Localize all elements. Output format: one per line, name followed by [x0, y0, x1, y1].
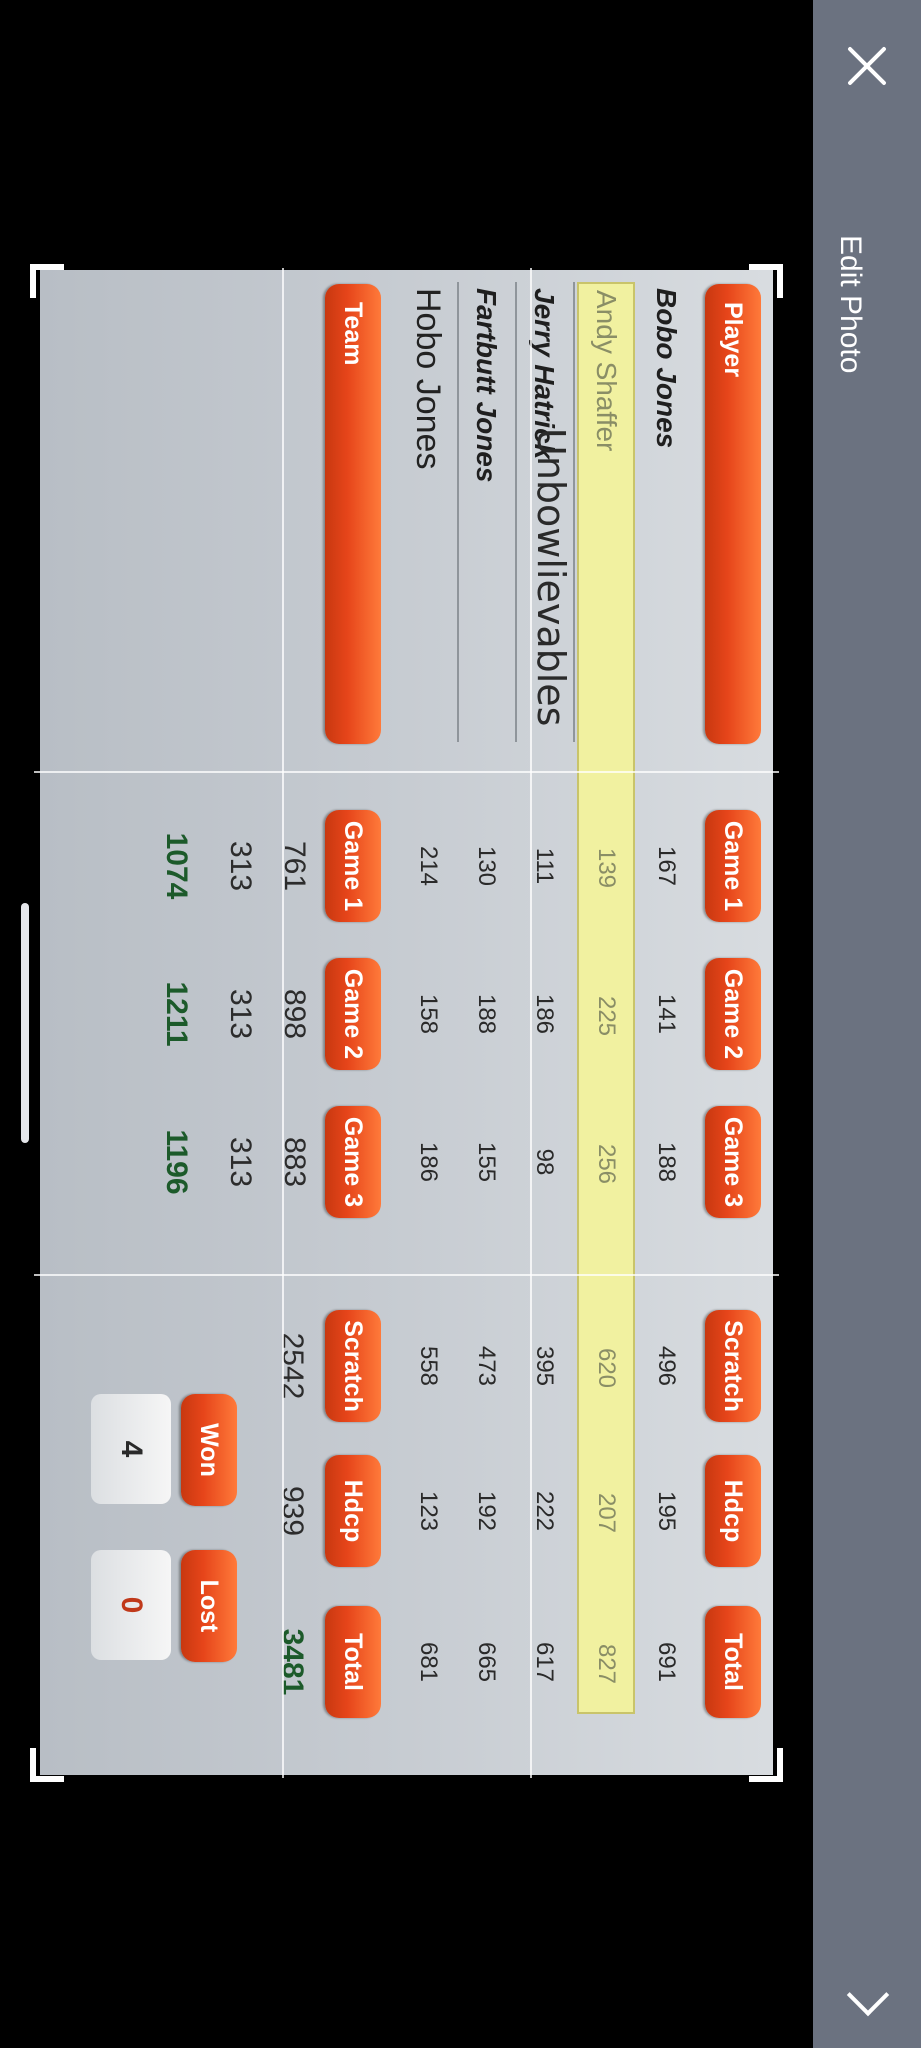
- player-row: Fartbutt Jones 130 188 155 473 192 665: [457, 270, 515, 1775]
- player-name: Andy Shaffer: [591, 290, 622, 452]
- back-chevron-icon[interactable]: [847, 1970, 887, 2010]
- game3-score: 188: [653, 1141, 680, 1183]
- team-game3-hdcp: 313: [224, 1136, 257, 1188]
- game2-score: 141: [653, 993, 680, 1035]
- team-game3-header: Game 3: [325, 1106, 381, 1218]
- game3-score: 155: [473, 1141, 500, 1183]
- player-name: Bobo Jones: [651, 288, 682, 449]
- player-row: Bobo Jones 167 141 188 496 195 691: [637, 270, 695, 1775]
- team-scratch-value: 2542: [276, 1332, 309, 1400]
- game2-score: 225: [593, 995, 620, 1037]
- team-game1-scratch: 761: [278, 840, 311, 892]
- total-score: 691: [653, 1641, 680, 1683]
- player-name: Fartbutt Jones: [471, 288, 502, 483]
- team-header: Team: [325, 284, 381, 744]
- game2-score: 188: [473, 993, 500, 1035]
- row-divider: [457, 282, 459, 742]
- total-score: 827: [593, 1643, 620, 1685]
- team-hdcp-value: 939: [276, 1485, 309, 1537]
- hdcp-score: 195: [653, 1490, 680, 1532]
- game1-score: 111: [531, 847, 558, 885]
- toolbar-title: Edit Photo: [834, 235, 867, 374]
- team-game1-header: Game 1: [325, 810, 381, 922]
- lost-value: 0: [91, 1550, 171, 1660]
- game3-score: 98: [531, 1148, 558, 1176]
- team-hdcp-header: Hdcp: [325, 1455, 381, 1567]
- team-game2-scratch: 898: [278, 988, 311, 1040]
- hdcp-score: 207: [593, 1492, 620, 1534]
- team-game1-hdcp: 313: [224, 840, 257, 892]
- team-game1-total: 1074: [160, 832, 193, 900]
- scratch-score: 395: [531, 1345, 558, 1387]
- game3-header: Game 3: [705, 1106, 761, 1218]
- scratch-score: 558: [415, 1345, 442, 1387]
- team-total-value: 3481: [276, 1628, 309, 1696]
- game1-score: 130: [473, 845, 500, 887]
- scratch-score: 620: [593, 1347, 620, 1389]
- game2-header: Game 2: [705, 958, 761, 1070]
- team-game2-hdcp: 313: [224, 988, 257, 1040]
- game2-score: 158: [415, 993, 442, 1035]
- game3-score: 256: [593, 1143, 620, 1185]
- team-game3-total: 1196: [160, 1129, 193, 1195]
- scoreboard-sheet: Player Game 1 Game 2 Game 3 Scratch Hdcp…: [40, 270, 773, 1775]
- photo-canvas: Player Game 1 Game 2 Game 3 Scratch Hdcp…: [40, 270, 773, 1775]
- won-value: 4: [91, 1394, 171, 1504]
- game1-score: 167: [653, 845, 680, 887]
- won-header: Won: [181, 1394, 237, 1506]
- game1-score: 139: [593, 847, 620, 889]
- game1-header: Game 1: [705, 810, 761, 922]
- team-game3-scratch: 883: [278, 1136, 311, 1188]
- scratch-header: Scratch: [705, 1310, 761, 1422]
- close-icon[interactable]: [841, 40, 893, 92]
- drag-handle[interactable]: [21, 903, 29, 1143]
- player-name: Hobo Jones: [409, 288, 448, 470]
- team-game2-header: Game 2: [325, 958, 381, 1070]
- scratch-score: 473: [473, 1345, 500, 1387]
- total-header: Total: [705, 1606, 761, 1718]
- hdcp-score: 192: [473, 1490, 500, 1532]
- game1-score: 214: [415, 845, 442, 887]
- player-row-highlighted: Andy Shaffer 139 225 256 620 207 827: [577, 282, 635, 1714]
- total-score: 617: [531, 1641, 558, 1683]
- row-divider: [515, 282, 517, 742]
- game2-score: 186: [531, 993, 558, 1035]
- hdcp-score: 222: [531, 1490, 558, 1532]
- total-score: 665: [473, 1641, 500, 1683]
- scratch-score: 496: [653, 1345, 680, 1387]
- row-divider: [573, 282, 575, 742]
- team-game2-total: 1211: [160, 981, 193, 1047]
- player-header: Player: [705, 284, 761, 744]
- hdcp-header: Hdcp: [705, 1455, 761, 1567]
- team-total-header: Total: [325, 1606, 381, 1718]
- total-score: 681: [415, 1641, 442, 1683]
- player-row: Hobo Jones 214 158 186 558 123 681: [399, 270, 457, 1775]
- edit-toolbar: Edit Photo: [813, 0, 921, 2048]
- team-scratch-header: Scratch: [325, 1310, 381, 1422]
- game3-score: 186: [415, 1141, 442, 1183]
- hdcp-score: 123: [415, 1490, 442, 1532]
- team-name: Unbowlievables: [529, 428, 573, 727]
- lost-header: Lost: [181, 1550, 237, 1662]
